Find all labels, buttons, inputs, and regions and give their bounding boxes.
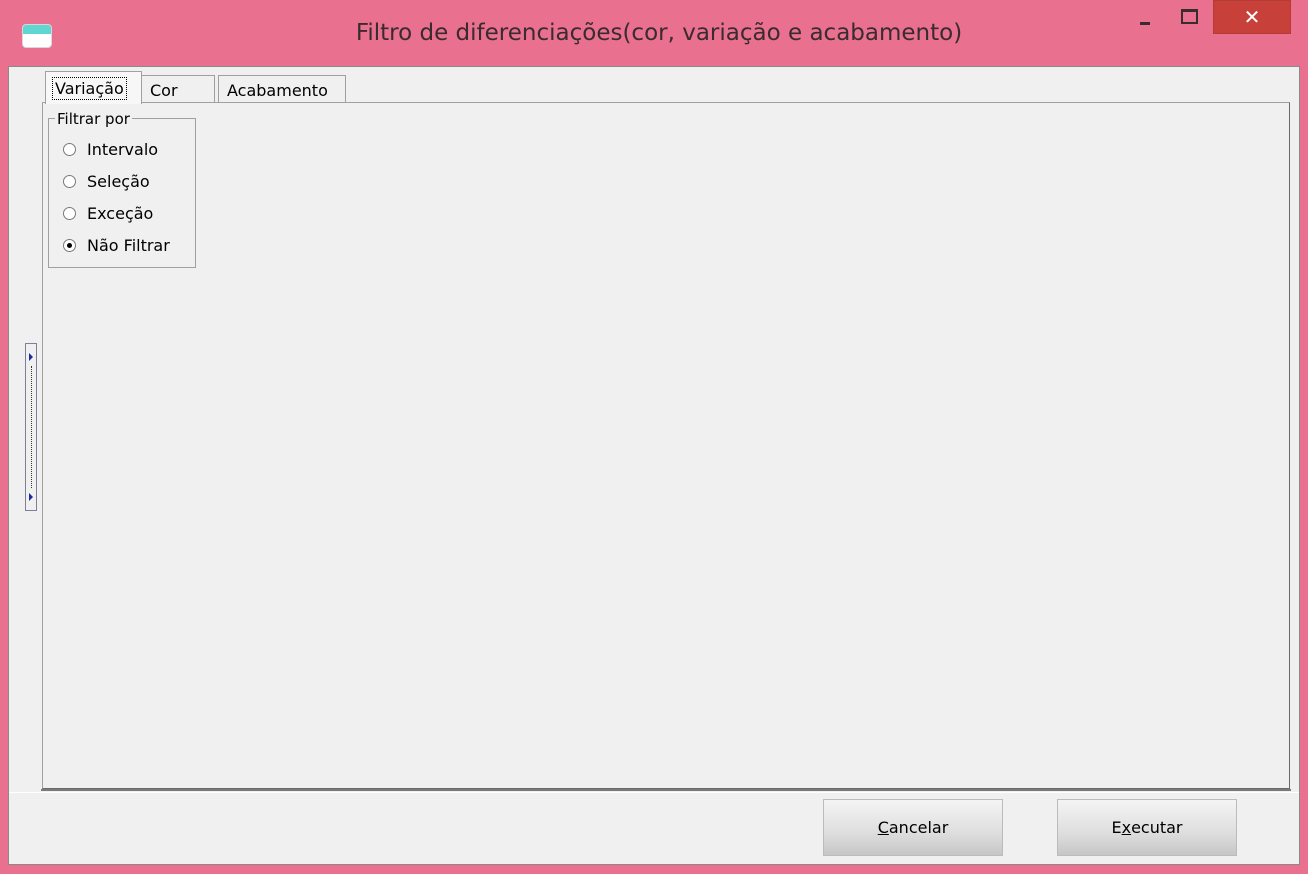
filter-group-legend: Filtrar por [55,110,132,128]
title-bar[interactable]: Filtro de diferenciações(cor, variação e… [0,0,1308,66]
cancel-mnemonic: C [877,818,889,837]
dialog-client-area: Variação Cor Acabamento Filtrar por Inte… [8,66,1300,865]
radio-selecao-label: Seleção [87,172,150,191]
radio-circle-icon [63,143,76,156]
side-panel-splitter[interactable] [25,343,37,511]
execute-label-pre: E [1111,818,1122,837]
tab-variacao[interactable]: Variação [45,71,142,104]
tab-cor-label: Cor [150,80,178,100]
execute-mnemonic: x [1121,818,1132,837]
tab-variacao-label: Variação [52,76,127,100]
close-button[interactable]: ✕ [1213,0,1291,34]
window-title: Filtro de diferenciações(cor, variação e… [355,20,963,46]
maximize-button[interactable] [1172,0,1206,36]
cancel-label-rest: ancelar [888,818,949,837]
tab-acabamento-label: Acabamento [227,80,328,100]
radio-intervalo[interactable]: Intervalo [63,140,158,159]
radio-nao-filtrar-label: Não Filtrar [87,236,170,255]
radio-selected-icon [63,239,76,252]
expand-arrow-icon [29,353,33,361]
maximize-icon [1180,8,1198,24]
tab-panel-variacao: Filtrar por Intervalo Seleção Exceção Nã… [42,102,1290,789]
cancel-button[interactable]: Cancelar [823,799,1003,856]
tab-acabamento[interactable]: Acabamento [218,75,346,104]
radio-selecao[interactable]: Seleção [63,172,150,191]
splitter-grip [31,366,32,488]
close-icon: ✕ [1243,5,1261,29]
radio-circle-icon [63,175,76,188]
footer-divider-highlight [9,792,1299,793]
tab-cor[interactable]: Cor [141,75,215,104]
execute-label-rest: ecutar [1131,818,1183,837]
radio-nao-filtrar[interactable]: Não Filtrar [63,236,170,255]
radio-excecao-label: Exceção [87,204,154,223]
minimize-button[interactable] [1128,0,1162,36]
minimize-icon [1140,21,1150,25]
filter-group: Filtrar por Intervalo Seleção Exceção Nã… [48,110,196,268]
radio-circle-icon [63,207,76,220]
expand-arrow-icon [29,493,33,501]
radio-intervalo-label: Intervalo [87,140,159,159]
tab-strip: Variação Cor Acabamento [45,70,346,104]
radio-excecao[interactable]: Exceção [63,204,153,223]
footer-divider [41,789,1291,791]
execute-button[interactable]: Ex ecutar [1057,799,1237,856]
